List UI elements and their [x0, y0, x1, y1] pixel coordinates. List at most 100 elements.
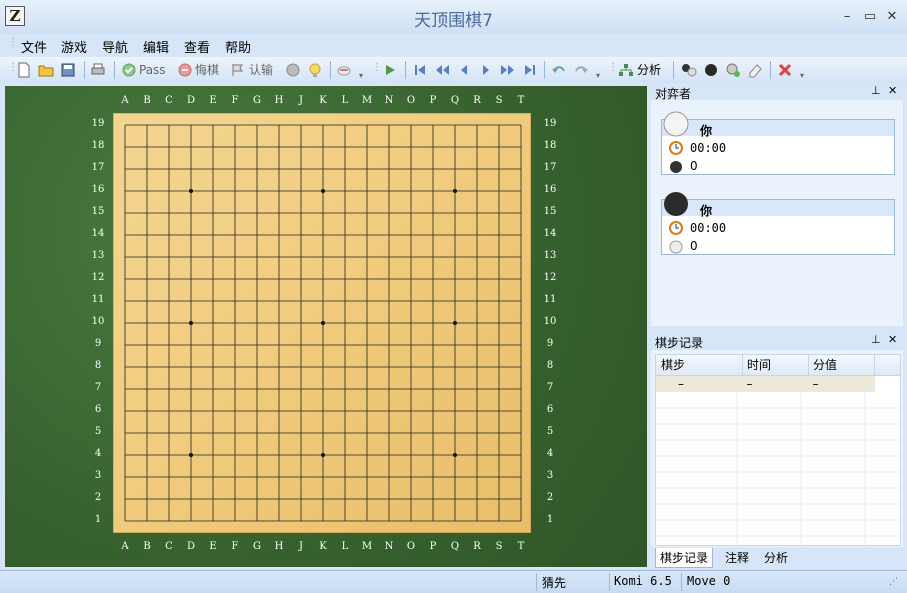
table-row[interactable]: – – – [656, 375, 900, 392]
edit-overflow-icon[interactable]: ▾ [800, 67, 804, 85]
row-label: 1 [546, 514, 554, 525]
tab-comments[interactable]: 注释 [725, 549, 749, 566]
moves-list[interactable]: 棋步 时间 分值 – – – [655, 354, 901, 546]
panel-close-icon[interactable]: ✕ [888, 84, 897, 97]
play-icon[interactable] [382, 62, 398, 78]
star-point [453, 453, 457, 457]
stones-icon[interactable] [681, 62, 697, 78]
star-point [321, 321, 325, 325]
row-label: 11 [543, 294, 557, 305]
nav-overflow-icon[interactable]: ▾ [596, 67, 600, 85]
menu-grip-icon[interactable]: ⋮ [8, 38, 18, 48]
pass-button[interactable]: Pass [139, 61, 166, 79]
black-player-time: 00:00 [690, 221, 727, 235]
row-label: 13 [543, 250, 557, 261]
column-label: J [298, 541, 303, 552]
toolbar-grip-icon[interactable]: ⋮ [8, 63, 18, 73]
column-label: B [143, 95, 151, 106]
close-button[interactable]: ✕ [883, 8, 901, 26]
save-icon[interactable] [60, 62, 76, 78]
column-header-score[interactable]: 分值 [808, 355, 875, 376]
column-label: L [341, 95, 349, 106]
step-forward-icon[interactable] [478, 62, 494, 78]
captured-white-stone-icon [669, 240, 683, 254]
score-icon[interactable] [336, 62, 352, 78]
eraser-tool-icon[interactable] [747, 62, 763, 78]
row-label: 10 [91, 316, 105, 327]
undo-move-button[interactable]: 悔棋 [195, 61, 219, 79]
row-label: 18 [91, 140, 105, 151]
resize-grip-icon[interactable]: ⋰ [889, 577, 898, 587]
resign-button[interactable]: 认输 [249, 61, 273, 79]
step-back-icon[interactable] [456, 62, 472, 78]
analysis-grip-icon[interactable]: ⋮ [608, 63, 618, 73]
fast-back-icon[interactable] [434, 62, 450, 78]
resign-flag-icon [232, 64, 243, 76]
tab-move-record[interactable]: 棋步记录 [655, 548, 714, 568]
column-label: R [473, 541, 481, 552]
add-stone-icon[interactable] [725, 62, 741, 78]
toolbar-overflow-icon[interactable]: ▾ [359, 67, 363, 85]
star-point [321, 453, 325, 457]
row-label: 2 [94, 492, 102, 503]
row-label: 3 [546, 470, 554, 481]
go-board[interactable] [113, 113, 531, 533]
black-stone-icon[interactable] [703, 62, 719, 78]
column-label: M [361, 541, 373, 552]
first-move-icon[interactable] [412, 62, 428, 78]
column-label: E [209, 95, 217, 106]
white-player-card: 你 00:00 0 [661, 111, 895, 175]
pin-icon[interactable]: ⊥ [871, 84, 881, 97]
column-label: F [231, 541, 239, 552]
menu-game[interactable]: 游戏 [61, 37, 87, 56]
row-label: 6 [94, 404, 102, 415]
new-file-icon[interactable] [16, 62, 32, 78]
menu-view[interactable]: 查看 [184, 37, 210, 56]
moves-table: 棋步 时间 分值 – – – [656, 355, 900, 392]
menu-navigate[interactable]: 导航 [102, 37, 128, 56]
menu-help[interactable]: 帮助 [225, 37, 251, 56]
nav-grip-icon[interactable]: ⋮ [372, 63, 382, 73]
title-bar: Z 天顶围棋7 – ▭ ✕ [0, 0, 907, 34]
print-icon[interactable] [90, 62, 106, 78]
maximize-button[interactable]: ▭ [861, 8, 879, 26]
column-label: O [406, 541, 416, 552]
minimize-button[interactable]: – [838, 8, 856, 26]
column-header-time[interactable]: 时间 [742, 355, 809, 376]
menu-edit[interactable]: 编辑 [143, 37, 169, 56]
row-label: 5 [546, 426, 554, 437]
black-player-name: 你 [700, 204, 713, 218]
tab-analysis[interactable]: 分析 [764, 549, 788, 566]
menu-bar: ⋮ 文件 游戏 导航 编辑 查看 帮助 [0, 34, 907, 56]
row-label: 16 [91, 184, 105, 195]
last-move-icon[interactable] [522, 62, 538, 78]
column-label: T [517, 541, 525, 552]
white-player-captures: 0 [690, 159, 698, 173]
undo-arrow-icon[interactable] [551, 62, 567, 78]
pin-icon[interactable]: ⊥ [871, 333, 881, 346]
eraser-icon[interactable] [285, 62, 301, 78]
panel-close-icon[interactable]: ✕ [888, 333, 897, 346]
hint-bulb-icon[interactable] [307, 62, 323, 78]
open-folder-icon[interactable] [38, 62, 54, 78]
row-label: 17 [543, 162, 557, 173]
row-label: 2 [546, 492, 554, 503]
white-player-name: 你 [700, 124, 713, 138]
star-point [189, 189, 193, 193]
white-stone-icon [663, 111, 689, 137]
column-label: D [186, 95, 196, 106]
star-point [453, 321, 457, 325]
delete-x-icon[interactable] [777, 62, 793, 78]
column-label: N [384, 95, 394, 106]
column-label: L [341, 541, 349, 552]
row-label: 7 [94, 382, 102, 393]
analysis-tree-icon [619, 64, 633, 76]
fast-forward-icon[interactable] [500, 62, 516, 78]
column-label: T [517, 95, 525, 106]
analysis-button[interactable]: 分析 [637, 61, 661, 79]
column-label: C [165, 541, 173, 552]
menu-file[interactable]: 文件 [21, 37, 47, 56]
column-header-move[interactable]: 棋步 [656, 355, 743, 376]
players-panel-title: 对弈者 [655, 87, 692, 101]
redo-arrow-icon[interactable] [573, 62, 589, 78]
